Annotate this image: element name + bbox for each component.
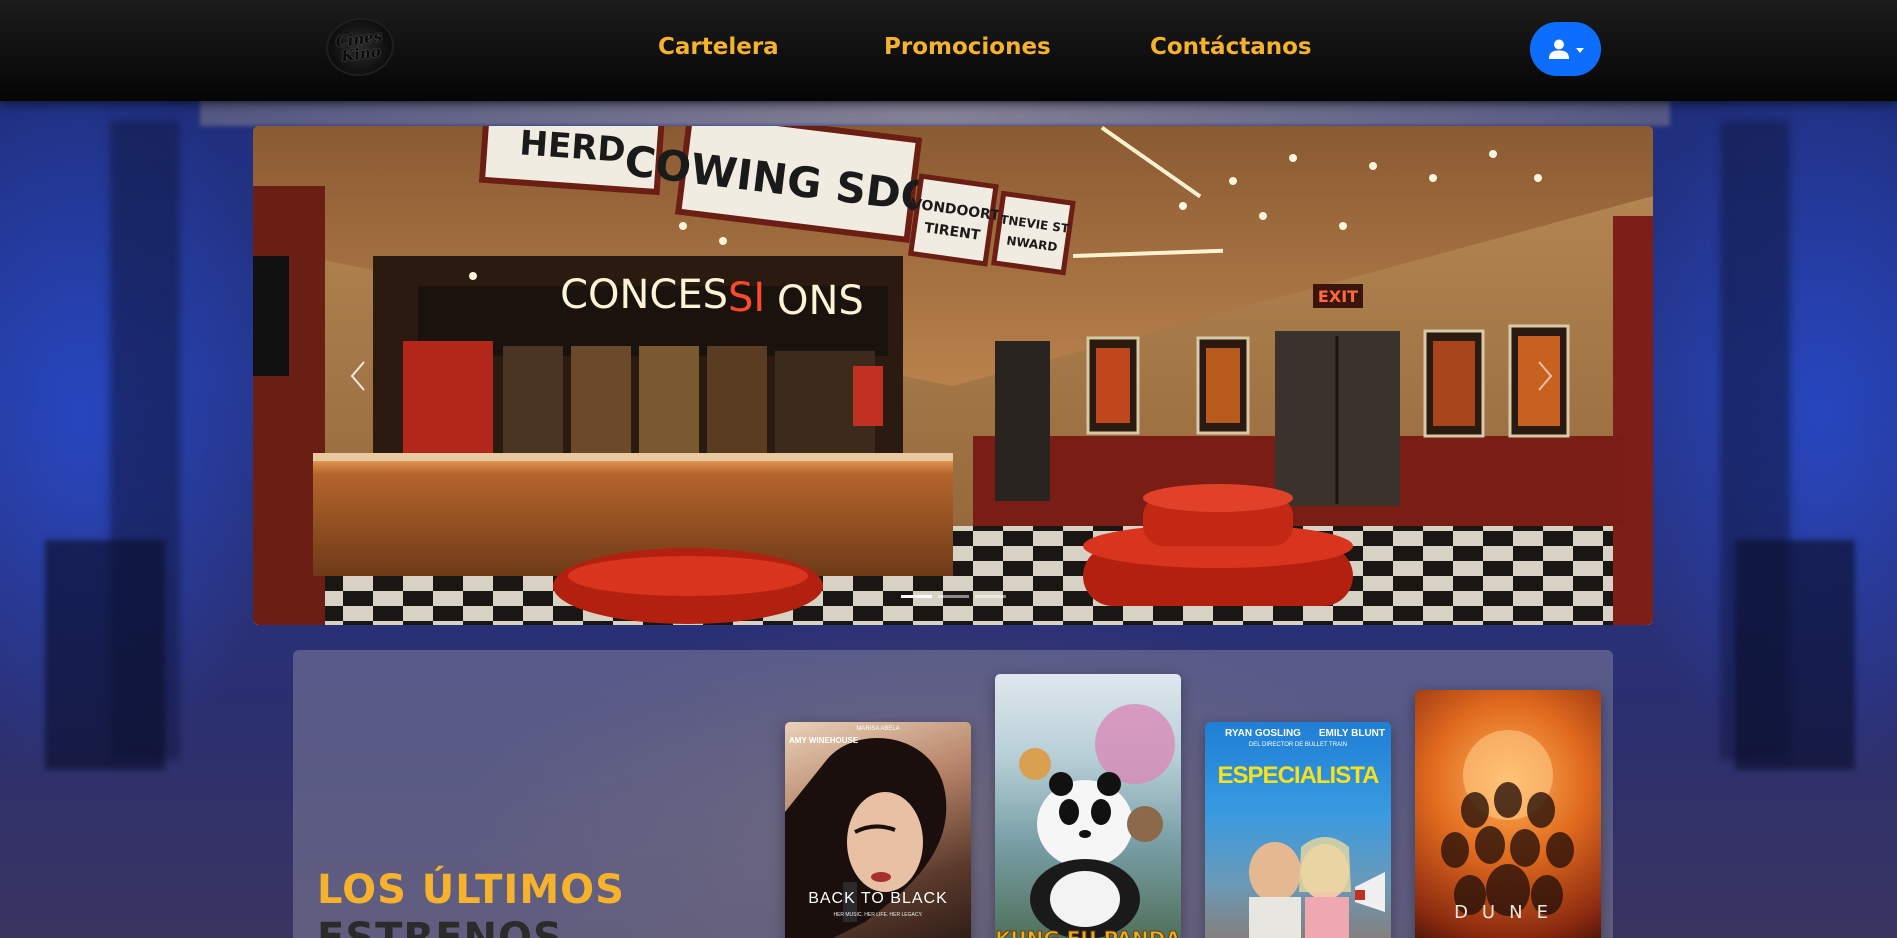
poster-title: DUNE	[1454, 902, 1562, 923]
carousel-prev-button[interactable]	[338, 351, 378, 401]
movie-poster-dune[interactable]: DUNE	[1415, 690, 1601, 938]
poster-art	[1249, 837, 1385, 938]
poster-title: ESPECIALISTA	[1217, 762, 1380, 789]
chevron-left-icon	[350, 361, 365, 391]
nav-link-promociones[interactable]: Promociones	[884, 34, 1051, 60]
movie-poster-back-to-black[interactable]: MARISA ABELA AMY WINEHOUSE BACK TO BLACK…	[785, 722, 971, 938]
poster-subtitle: DEL DIRECTOR DE BULLET TRAIN	[1248, 742, 1348, 748]
poster-art: KUNG FU PANDA	[995, 704, 1181, 938]
chevron-right-icon	[1538, 361, 1553, 391]
premieres-section: LOS ÚLTIMOS ESTRENOS MARISA ABELA AMY WI…	[293, 650, 1613, 938]
premieres-title-line2: ESTRENOS	[317, 915, 563, 938]
chevron-down-icon	[1575, 48, 1584, 53]
concessions-sign-text: CONCES	[560, 272, 728, 318]
poster-actor: MARISA ABELA	[856, 726, 900, 732]
concessions-sign-text-end: ONS	[777, 278, 864, 324]
carousel-slide-image: HERD COWING SDON VONDOORT TIRENT TNEVIE …	[253, 126, 1653, 625]
carousel-indicator-3[interactable]	[975, 595, 1006, 598]
background-door	[45, 540, 165, 770]
navbar: Cines Kino Cartelera Promociones Contáct…	[0, 0, 1897, 101]
exit-sign-text: EXIT	[1318, 287, 1358, 306]
nav-link-cartelera[interactable]: Cartelera	[658, 34, 779, 60]
carousel-indicator-2[interactable]	[938, 595, 969, 598]
movie-poster-especialista[interactable]: RYAN GOSLING EMILY BLUNT DEL DIRECTOR DE…	[1205, 722, 1391, 938]
poster-title: KUNG FU PANDA	[995, 927, 1181, 938]
poster-title: BACK TO BLACK	[808, 890, 948, 907]
background-marquee	[200, 100, 1670, 126]
user-menu-button[interactable]	[1530, 22, 1601, 76]
hero-carousel: HERD COWING SDON VONDOORT TIRENT TNEVIE …	[253, 126, 1653, 625]
poster-actor-2: EMILY BLUNT	[1318, 728, 1385, 739]
user-icon	[1548, 39, 1569, 59]
poster-art	[1441, 730, 1574, 916]
background-door	[1735, 540, 1855, 770]
carousel-indicator-1[interactable]	[901, 595, 932, 598]
concessions-sign-text-red: SI	[728, 275, 765, 321]
poster-headline: AMY WINEHOUSE	[789, 736, 859, 745]
sign-herd-text: HERD	[518, 126, 627, 171]
premieres-title-line1: LOS ÚLTIMOS	[317, 867, 625, 913]
premieres-title: LOS ÚLTIMOS ESTRENOS	[317, 866, 625, 938]
carousel-indicators	[901, 595, 1006, 598]
movie-poster-kung-fu-panda[interactable]: KUNG FU PANDA	[995, 674, 1181, 938]
cines-kino-logo[interactable]: Cines Kino	[322, 13, 398, 81]
poster-tagline: HER MUSIC. HER LIFE. HER LEGACY.	[833, 912, 923, 918]
nav-link-contactanos[interactable]: Contáctanos	[1150, 34, 1312, 60]
logo-line-2: Kino	[340, 42, 382, 66]
carousel-next-button[interactable]	[1525, 351, 1565, 401]
